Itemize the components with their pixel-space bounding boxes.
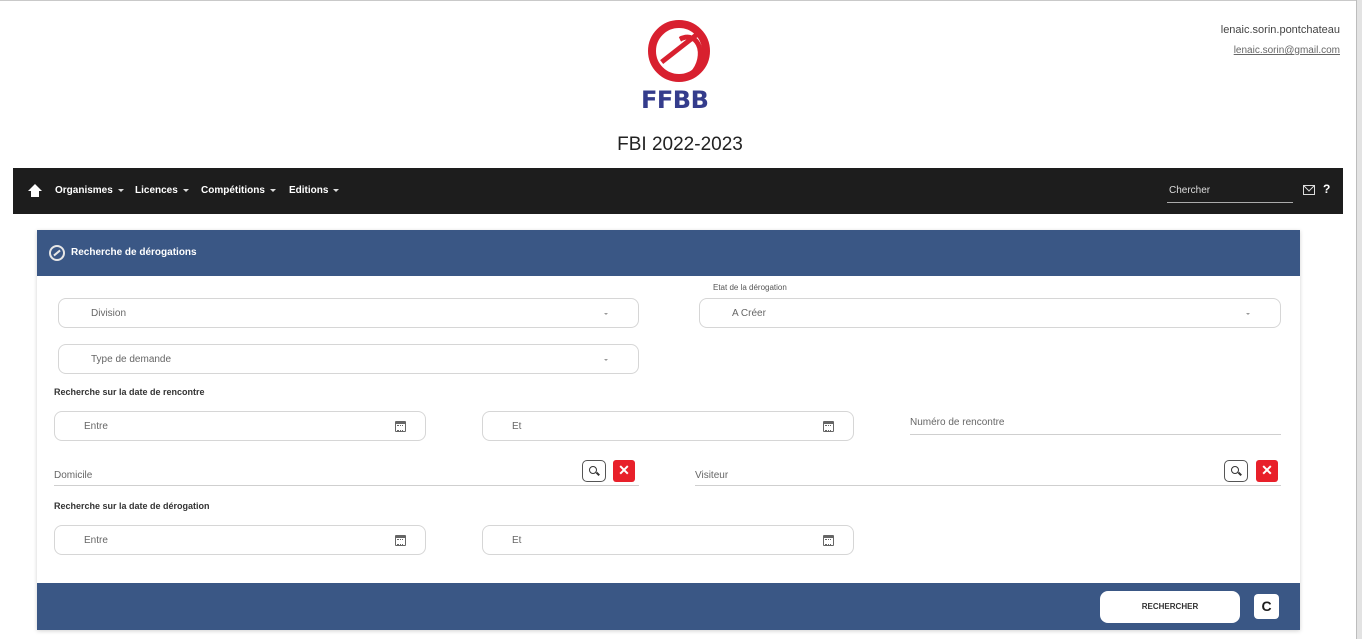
calendar-icon[interactable] <box>395 421 406 432</box>
app-title: FBI 2022-2023 <box>617 134 743 155</box>
derogation-date-from-field[interactable]: Entre <box>54 525 426 555</box>
panel-title: Recherche de dérogations <box>71 247 197 258</box>
basketball-icon <box>49 245 65 261</box>
caret-down-icon <box>182 188 189 192</box>
nav-menu-label: Editions <box>289 185 329 196</box>
ffbb-logo[interactable]: FFBB <box>634 20 726 120</box>
entre-placeholder: Entre <box>84 535 108 546</box>
top-border <box>0 0 1362 6</box>
visiteur-placeholder: Visiteur <box>695 470 729 481</box>
numero-rencontre-input[interactable]: Numéro de rencontre <box>910 405 1281 435</box>
visiteur-clear-button[interactable]: ✕ <box>1256 460 1278 482</box>
entre-placeholder: Entre <box>84 421 108 432</box>
nav-menu-label: Licences <box>135 185 178 196</box>
domicile-clear-button[interactable]: ✕ <box>613 460 635 482</box>
numero-placeholder: Numéro de rencontre <box>910 417 1005 428</box>
rencontre-date-to-field[interactable]: Et <box>482 411 854 441</box>
search-panel: Recherche de dérogations Division Etat d… <box>37 230 1300 630</box>
caret-down-icon <box>1246 313 1250 315</box>
caret-down-icon <box>604 359 608 361</box>
etat-label: Etat de la dérogation <box>713 283 787 292</box>
caret-down-icon <box>604 313 608 315</box>
derogation-date-to-field[interactable]: Et <box>482 525 854 555</box>
user-email-link[interactable]: lenaic.sorin@gmail.com <box>1234 45 1340 56</box>
caret-down-icon <box>117 188 124 192</box>
domicile-input[interactable]: Domicile <box>54 456 639 486</box>
calendar-icon[interactable] <box>823 421 834 432</box>
rencontre-date-from-field[interactable]: Entre <box>54 411 426 441</box>
section-date-derogation: Recherche sur la date de dérogation <box>54 501 210 511</box>
panel-footer: RECHERCHER C <box>37 583 1300 630</box>
calendar-icon[interactable] <box>823 535 834 546</box>
scrollbar[interactable] <box>1356 0 1362 639</box>
caret-down-icon <box>269 188 276 192</box>
division-placeholder: Division <box>91 308 127 319</box>
main-navbar: Organismes Licences Compétitions Edition… <box>13 168 1343 214</box>
basketball-logo-icon <box>648 20 710 82</box>
type-demande-select[interactable]: Type de demande <box>58 344 639 374</box>
visiteur-search-button[interactable] <box>1224 460 1248 482</box>
help-button[interactable]: ? <box>1323 182 1330 196</box>
etat-select[interactable]: A Créer <box>699 298 1281 328</box>
nav-menu-label: Compétitions <box>201 185 265 196</box>
nav-menu-label: Organismes <box>55 185 113 196</box>
panel-header: Recherche de dérogations <box>37 230 1300 276</box>
et-placeholder: Et <box>512 421 522 432</box>
calendar-icon[interactable] <box>395 535 406 546</box>
reset-button[interactable]: C <box>1254 594 1279 619</box>
nav-menu-licences[interactable]: Licences <box>135 185 189 196</box>
caret-down-icon <box>333 188 340 192</box>
domicile-search-button[interactable] <box>582 460 606 482</box>
rechercher-button[interactable]: RECHERCHER <box>1100 591 1240 623</box>
etat-value: A Créer <box>732 308 766 319</box>
logo-text: FFBB <box>641 86 709 114</box>
type-placeholder: Type de demande <box>91 354 172 365</box>
visiteur-input[interactable]: Visiteur <box>695 456 1281 486</box>
nav-menu-competitions[interactable]: Compétitions <box>201 185 276 196</box>
section-date-rencontre: Recherche sur la date de rencontre <box>54 387 205 397</box>
user-name: lenaic.sorin.pontchateau <box>1220 24 1340 36</box>
domicile-placeholder: Domicile <box>54 470 93 481</box>
search-input[interactable] <box>1167 179 1293 203</box>
division-select[interactable]: Division <box>58 298 639 328</box>
home-icon[interactable] <box>28 184 42 198</box>
nav-menu-organismes[interactable]: Organismes <box>55 185 124 196</box>
mail-icon[interactable] <box>1303 185 1315 195</box>
nav-menu-editions[interactable]: Editions <box>289 185 340 196</box>
et-placeholder: Et <box>512 535 522 546</box>
